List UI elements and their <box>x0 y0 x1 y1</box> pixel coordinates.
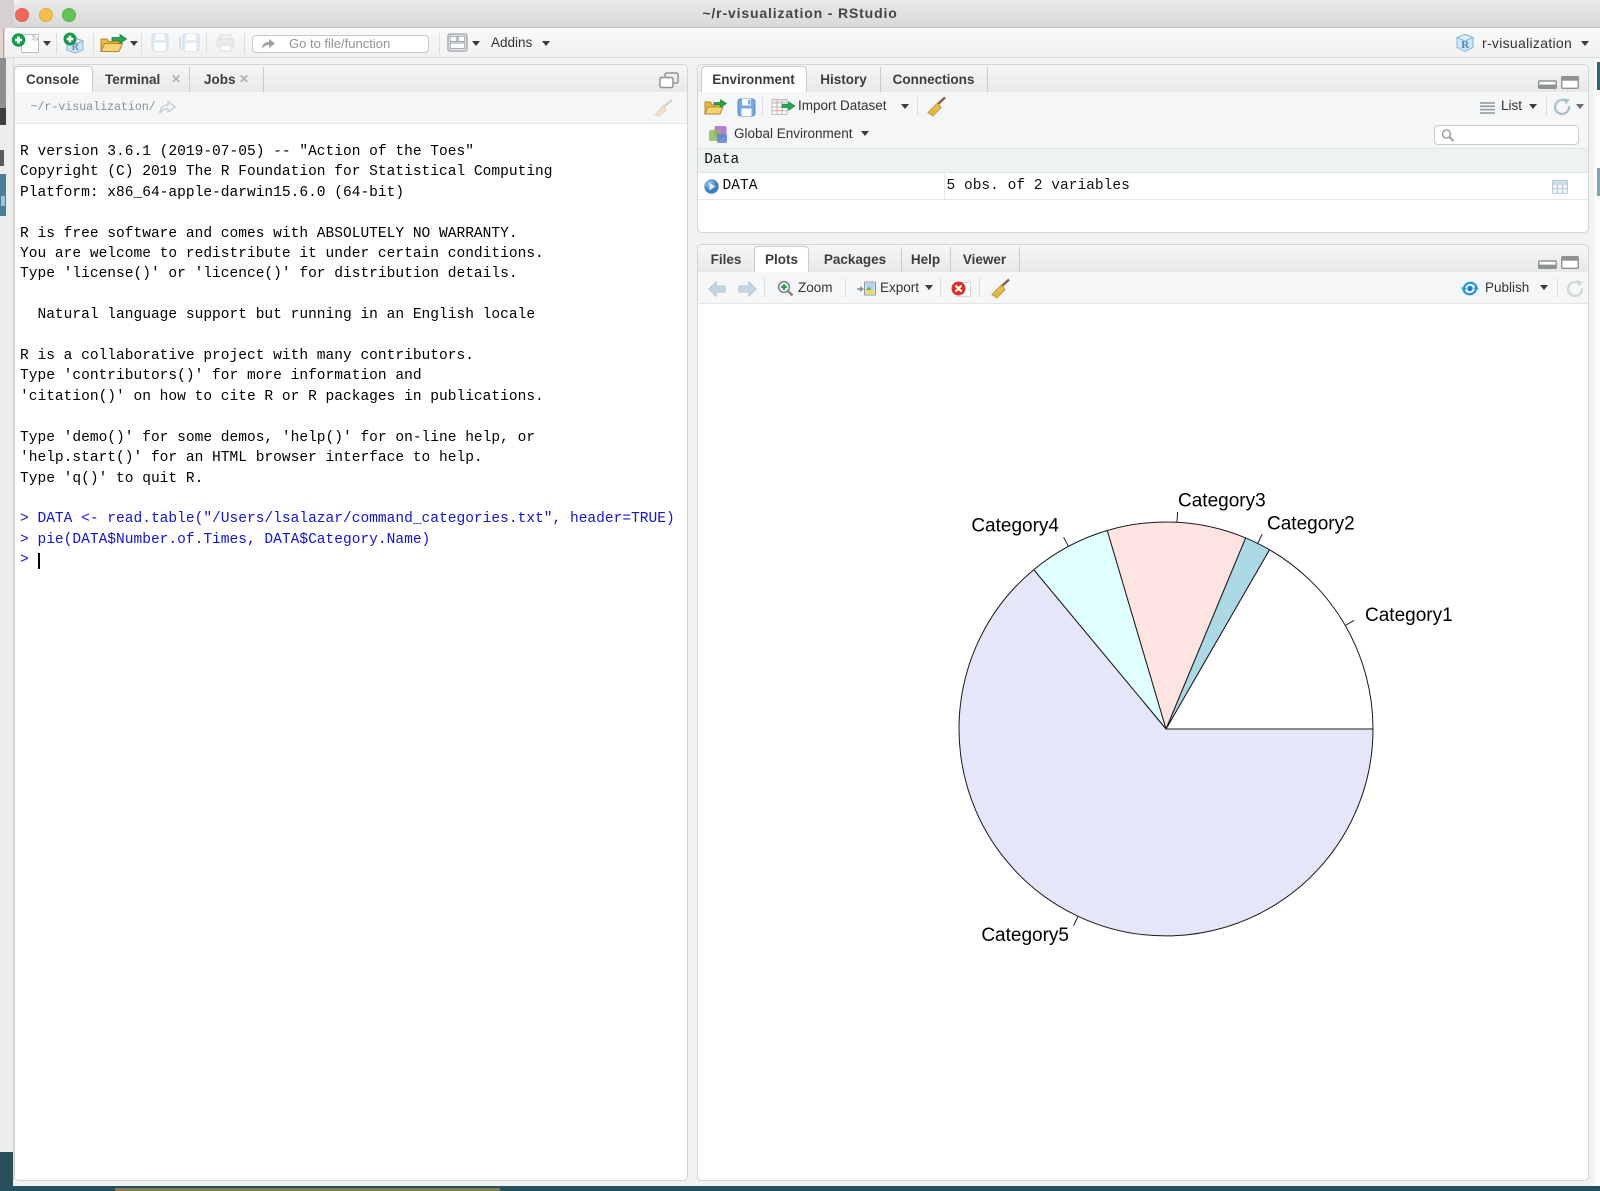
svg-text:Category2: Category2 <box>1267 514 1355 535</box>
svg-text:Category5: Category5 <box>981 925 1069 946</box>
svg-text:Category4: Category4 <box>971 516 1059 537</box>
svg-text:R: R <box>1461 39 1470 51</box>
svg-text:Category1: Category1 <box>1365 605 1453 626</box>
svg-text:Category3: Category3 <box>1178 491 1266 512</box>
